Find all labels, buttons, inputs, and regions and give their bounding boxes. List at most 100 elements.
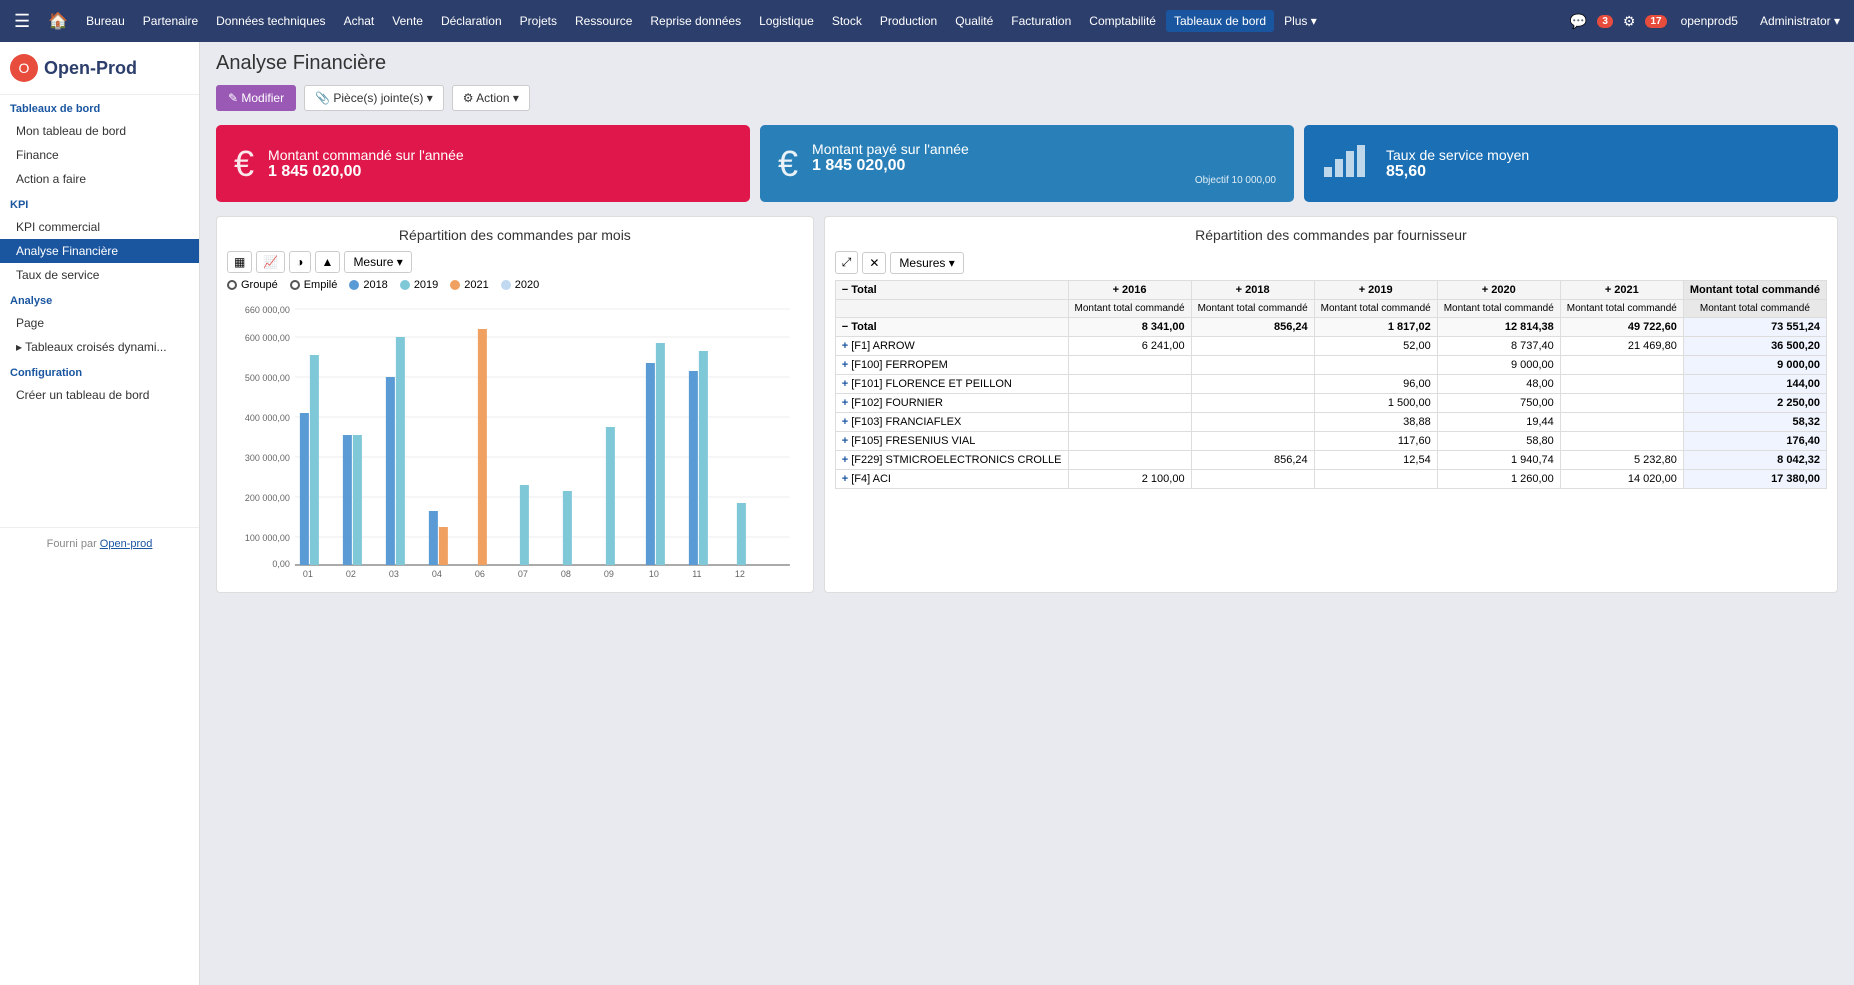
nav-qualite[interactable]: Qualité	[947, 10, 1001, 32]
svg-text:500 000,00: 500 000,00	[245, 373, 290, 383]
bar-chart-area: 660 000,00 600 000,00 500 000,00 400 000…	[227, 299, 803, 582]
nav-projets[interactable]: Projets	[512, 10, 565, 32]
nav-declaration[interactable]: Déclaration	[433, 10, 510, 32]
nav-vente[interactable]: Vente	[384, 10, 431, 32]
table-cell-1-1	[1191, 337, 1314, 356]
table-cell-6-1	[1191, 432, 1314, 451]
sidebar-item-taux-service[interactable]: Taux de service	[0, 263, 199, 287]
sidebar-item-finance[interactable]: Finance	[0, 143, 199, 167]
table-close-icon-btn[interactable]: ✕	[862, 252, 886, 274]
bar-chart-title: Répartition des commandes par mois	[227, 227, 803, 243]
table-cell-2-2	[1314, 356, 1437, 375]
col-total: Montant total commandé	[1683, 281, 1826, 300]
nav-ressource[interactable]: Ressource	[567, 10, 640, 32]
modifier-button[interactable]: ✎ Modifier	[216, 85, 296, 111]
table-cell-8-0: 2 100,00	[1068, 470, 1191, 489]
col-sub-2018: Montant total commandé	[1191, 300, 1314, 318]
sidebar-logo: O Open-Prod	[0, 42, 199, 95]
table-cell-0-0: 8 341,00	[1068, 318, 1191, 337]
col-2019: + 2019	[1314, 281, 1437, 300]
nav-donnees[interactable]: Données techniques	[208, 10, 333, 32]
piecejointe-button[interactable]: 📎 Pièce(s) jointe(s) ▾	[304, 85, 444, 111]
sidebar-item-analyse-financiere[interactable]: Analyse Financière	[0, 239, 199, 263]
col-sub-2021: Montant total commandé	[1560, 300, 1683, 318]
svg-text:09: 09	[604, 569, 614, 579]
nav-logistique[interactable]: Logistique	[751, 10, 822, 32]
table-cell-5-2: 38,88	[1314, 413, 1437, 432]
col-sub-2019: Montant total commandé	[1314, 300, 1437, 318]
sidebar-item-creer-tableau[interactable]: Créer un tableau de bord	[0, 383, 199, 407]
table-mesure-btn[interactable]: Mesures ▾	[890, 252, 963, 274]
nav-plus[interactable]: Plus ▾	[1276, 10, 1325, 32]
table-chart-panel: Répartition des commandes par fournisseu…	[824, 216, 1838, 593]
chart-bar-icon-btn[interactable]: ▦	[227, 251, 252, 273]
table-chart-title: Répartition des commandes par fournisseu…	[835, 227, 1827, 243]
kpi-commande-label: Montant commandé sur l'année	[268, 147, 464, 163]
settings-icon[interactable]: ⚙	[1619, 11, 1640, 32]
settings-count: 17	[1645, 15, 1666, 28]
nav-facturation[interactable]: Facturation	[1003, 10, 1079, 32]
table-cell-3-4	[1560, 375, 1683, 394]
col-2020: + 2020	[1437, 281, 1560, 300]
messages-icon[interactable]: 💬	[1566, 11, 1591, 32]
nav-reprise[interactable]: Reprise données	[642, 10, 749, 32]
sidebar-item-action[interactable]: Action a faire	[0, 167, 199, 191]
sidebar: O Open-Prod Tableaux de bord Mon tableau…	[0, 42, 200, 985]
table-cell-8-3: 1 260,00	[1437, 470, 1560, 489]
action-button[interactable]: ⚙ Action ▾	[452, 85, 530, 111]
kpi-card-taux: Taux de service moyen 85,60	[1304, 125, 1838, 202]
main-content: Analyse Financière ✎ Modifier 📎 Pièce(s)…	[200, 42, 1854, 985]
col-sub-empty	[835, 300, 1068, 318]
kpi-taux-value: 85,60	[1386, 163, 1529, 181]
chart-pie-icon-btn[interactable]: ◑	[289, 251, 310, 273]
nav-achat[interactable]: Achat	[336, 10, 383, 32]
chart-line-icon-btn[interactable]: 📈	[256, 251, 285, 273]
chart-area-icon-btn[interactable]: ▲	[315, 251, 341, 273]
svg-text:100 000,00: 100 000,00	[245, 533, 290, 543]
table-cell-1-5: 36 500,20	[1683, 337, 1826, 356]
nav-stock[interactable]: Stock	[824, 10, 870, 32]
bar-chart-controls: ▦ 📈 ◑ ▲ Mesure ▾	[227, 251, 803, 273]
table-expand-icon-btn[interactable]: ⤢	[835, 251, 859, 274]
top-navigation: ☰ 🏠 Bureau Partenaire Données techniques…	[0, 0, 1854, 42]
nav-partenaire[interactable]: Partenaire	[135, 10, 206, 32]
nav-comptabilite[interactable]: Comptabilité	[1081, 10, 1164, 32]
kpi-row: € Montant commandé sur l'année 1 845 020…	[216, 125, 1838, 202]
table-cell-3-1	[1191, 375, 1314, 394]
table-cell-2-1	[1191, 356, 1314, 375]
legend-groupe-label: Groupé	[241, 279, 278, 291]
sidebar-item-mon-tableau[interactable]: Mon tableau de bord	[0, 119, 199, 143]
table-cell-2-5: 9 000,00	[1683, 356, 1826, 375]
table-row-label-6: + [F105] FRESENIUS VIAL	[835, 432, 1068, 451]
footer-text: Fourni par	[47, 538, 100, 550]
hamburger-icon[interactable]: ☰	[6, 7, 38, 36]
legend-groupe-radio	[227, 280, 237, 290]
table-cell-2-3: 9 000,00	[1437, 356, 1560, 375]
sidebar-item-page[interactable]: Page	[0, 311, 199, 335]
footer-link[interactable]: Open-prod	[100, 538, 153, 550]
logo-icon: O	[10, 54, 38, 82]
nav-bureau[interactable]: Bureau	[78, 10, 133, 32]
sidebar-item-tableaux-croises[interactable]: ▸ Tableaux croisés dynami...	[0, 335, 199, 359]
home-icon[interactable]: 🏠	[40, 7, 76, 35]
table-cell-4-5: 2 250,00	[1683, 394, 1826, 413]
col-2018: + 2018	[1191, 281, 1314, 300]
legend-empile-radio	[290, 280, 300, 290]
table-cell-4-2: 1 500,00	[1314, 394, 1437, 413]
svg-text:660 000,00: 660 000,00	[245, 305, 290, 315]
nav-production[interactable]: Production	[872, 10, 945, 32]
table-cell-1-4: 21 469,80	[1560, 337, 1683, 356]
logo-text: Open-Prod	[44, 58, 137, 79]
nav-user[interactable]: openprod5	[1673, 10, 1746, 32]
table-cell-4-1	[1191, 394, 1314, 413]
sidebar-item-kpi-commercial[interactable]: KPI commercial	[0, 215, 199, 239]
table-cell-6-2: 117,60	[1314, 432, 1437, 451]
legend-2021-dot	[450, 280, 460, 290]
chart-mesure-btn[interactable]: Mesure ▾	[344, 251, 411, 273]
svg-text:11: 11	[692, 569, 701, 579]
table-cell-7-3: 1 940,74	[1437, 451, 1560, 470]
nav-role[interactable]: Administrator ▾	[1752, 10, 1848, 32]
euro-icon-2: €	[778, 143, 798, 185]
nav-tableaux[interactable]: Tableaux de bord	[1166, 10, 1274, 32]
pivot-table-wrapper: − Total + 2016 + 2018 + 2019 + 2020 + 20…	[835, 280, 1827, 489]
